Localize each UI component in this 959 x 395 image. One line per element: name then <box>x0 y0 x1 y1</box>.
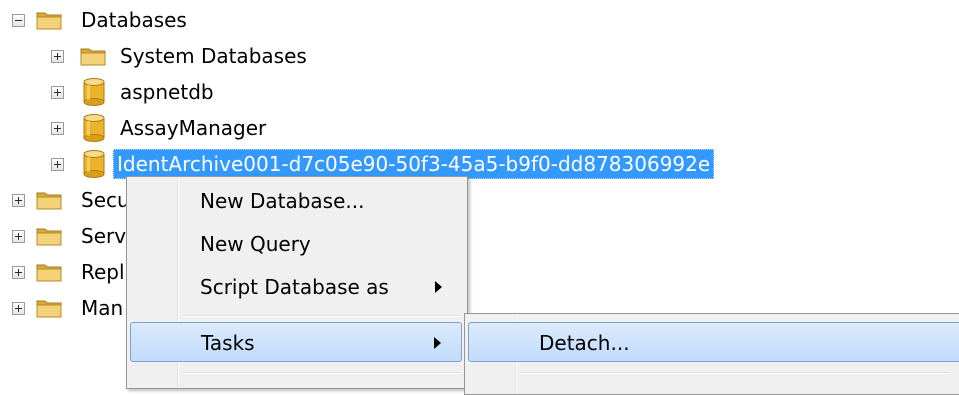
menu-item-detach[interactable]: Detach... <box>468 322 959 362</box>
submenu-arrow-icon <box>435 281 442 293</box>
menu-item-label: Detach... <box>539 331 630 355</box>
menu-item-tasks[interactable]: Tasks <box>130 322 462 362</box>
database-icon <box>83 78 105 106</box>
folder-icon <box>80 48 106 66</box>
expand-toggle-icon[interactable] <box>12 194 25 207</box>
menu-item-label: Script Database as <box>200 275 389 299</box>
tree-node-label: Databases <box>81 8 187 32</box>
database-icon <box>83 114 105 142</box>
folder-icon <box>36 228 62 246</box>
expand-toggle-icon[interactable] <box>51 50 64 63</box>
menu-item-new-database[interactable]: New Database... <box>130 181 462 221</box>
folder-icon <box>36 192 62 210</box>
collapse-toggle-icon[interactable] <box>12 14 25 27</box>
submenu-arrow-icon <box>434 337 441 349</box>
expand-toggle-icon[interactable] <box>51 158 64 171</box>
tasks-submenu: Detach... <box>464 313 959 395</box>
folder-icon <box>36 300 62 318</box>
menu-item-label: Tasks <box>201 331 255 355</box>
menu-item-new-query[interactable]: New Query <box>130 224 462 264</box>
expand-toggle-icon[interactable] <box>12 266 25 279</box>
folder-icon <box>36 12 62 30</box>
tree-node-label: Repl <box>81 260 125 284</box>
context-menu: New Database... New Query Script Databas… <box>126 176 468 389</box>
expand-toggle-icon[interactable] <box>12 302 25 315</box>
expand-toggle-icon[interactable] <box>51 122 64 135</box>
menu-item-label: New Database... <box>200 189 365 213</box>
expand-toggle-icon[interactable] <box>51 86 64 99</box>
folder-icon <box>36 264 62 282</box>
tree-node-label-selected: IdentArchive001-d7c05e90-50f3-45a5-b9f0-… <box>113 149 715 179</box>
tree-node-label: Secu <box>81 188 130 212</box>
expand-toggle-icon[interactable] <box>12 230 25 243</box>
tree-node-label: System Databases <box>120 44 307 68</box>
menu-item-script-database-as[interactable]: Script Database as <box>130 267 462 307</box>
menu-separator <box>182 372 460 374</box>
database-icon <box>83 150 105 178</box>
tree-node-label: aspnetdb <box>120 80 214 104</box>
tree-node-label: Serv <box>81 224 127 248</box>
tree-node-label: Man <box>81 296 124 320</box>
menu-item-label: New Query <box>200 232 311 256</box>
menu-separator <box>182 315 460 317</box>
menu-separator <box>520 372 950 374</box>
tree-node-label: AssayManager <box>120 116 267 140</box>
